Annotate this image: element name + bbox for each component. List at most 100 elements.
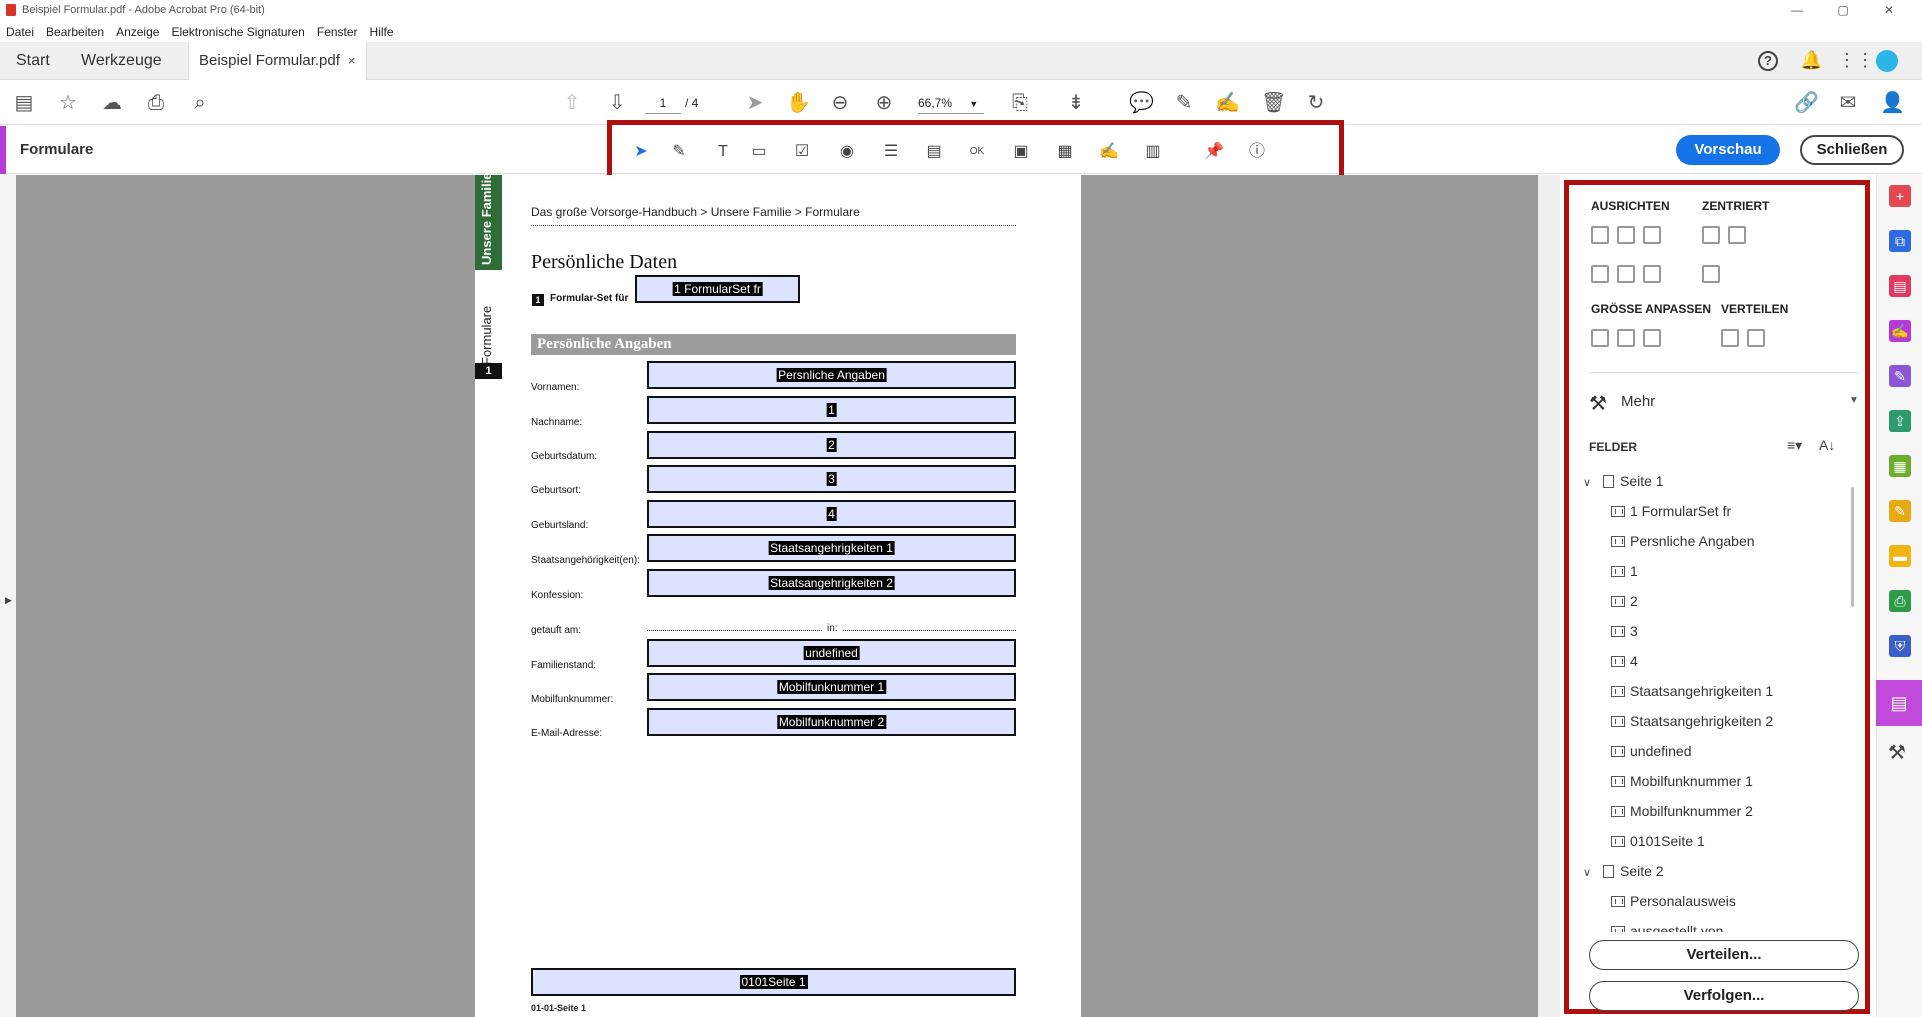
form-field[interactable]: 1 bbox=[647, 396, 1016, 424]
menu-datei[interactable]: Datei bbox=[6, 22, 34, 42]
request-signature-icon[interactable]: ✍ bbox=[1889, 320, 1911, 342]
delete-icon[interactable]: 🗑 bbox=[1261, 91, 1286, 115]
track-button[interactable]: Verfolgen... bbox=[1589, 981, 1859, 1011]
tree-field[interactable]: undefined bbox=[1611, 743, 1692, 759]
scan-ocr-icon[interactable]: ⎙ bbox=[1889, 590, 1911, 612]
export-pdf-icon[interactable]: ⇪ bbox=[1889, 410, 1911, 432]
select-arrow-icon[interactable]: ➤ bbox=[743, 91, 767, 115]
tree-field[interactable]: Staatsangehrigkeiten 1 bbox=[1611, 683, 1773, 699]
center-both-icon[interactable] bbox=[1728, 226, 1746, 244]
comment-icon[interactable]: 💬 bbox=[1129, 91, 1154, 115]
tree-page-1[interactable]: ∨ Seite 1 bbox=[1583, 473, 1664, 489]
zoom-level-select[interactable]: 66,7% ▼ bbox=[918, 92, 984, 114]
tree-field[interactable]: Persnliche Angaben bbox=[1611, 533, 1755, 549]
date-field-icon[interactable]: ▦ bbox=[1054, 141, 1076, 163]
email-icon[interactable]: ✉ bbox=[1836, 91, 1860, 115]
align-right-icon[interactable] bbox=[1643, 226, 1661, 244]
prev-page-icon[interactable]: ⇧ bbox=[560, 91, 584, 115]
radio-button-icon[interactable]: ◉ bbox=[836, 141, 858, 163]
preview-button[interactable]: Vorschau bbox=[1676, 135, 1780, 165]
tab-close-icon[interactable]: × bbox=[348, 53, 356, 68]
rotate-icon[interactable]: ↻ bbox=[1304, 91, 1328, 115]
form-field[interactable]: 0101Seite 1 bbox=[531, 968, 1016, 996]
page-number-input[interactable]: 1 bbox=[645, 92, 681, 114]
match-both-icon[interactable] bbox=[1643, 329, 1661, 347]
form-field[interactable]: Persnliche Angaben bbox=[647, 361, 1016, 389]
text-field-icon[interactable]: ▭ bbox=[748, 141, 770, 163]
notification-bell-icon[interactable]: 🔔 bbox=[1800, 50, 1822, 71]
add-text-icon[interactable]: T bbox=[712, 141, 734, 163]
match-height-icon[interactable] bbox=[1617, 329, 1635, 347]
tree-field[interactable]: ausgestellt von bbox=[1611, 923, 1723, 932]
select-object-icon[interactable]: ➤ bbox=[630, 141, 652, 163]
align-left-icon[interactable] bbox=[1591, 226, 1609, 244]
menu-hilfe[interactable]: Hilfe bbox=[370, 22, 394, 42]
form-field[interactable]: 3 bbox=[647, 465, 1016, 493]
menu-bearbeiten[interactable]: Bearbeiten bbox=[46, 22, 104, 42]
minimize-button[interactable]: — bbox=[1774, 0, 1820, 20]
menu-elektronische-signaturen[interactable]: Elektronische Signaturen bbox=[171, 22, 304, 42]
button-ok-icon[interactable]: OK bbox=[966, 141, 988, 163]
menu-fenster[interactable]: Fenster bbox=[317, 22, 358, 42]
tree-field[interactable]: Staatsangehrigkeiten 2 bbox=[1611, 713, 1773, 729]
chevron-down-icon[interactable]: ▼ bbox=[1849, 395, 1859, 406]
tab-document[interactable]: Beispiel Formular.pdf × bbox=[188, 42, 367, 80]
comment-tool-icon[interactable]: ▬ bbox=[1889, 545, 1911, 567]
distribute-button[interactable]: Verteilen... bbox=[1589, 940, 1859, 970]
search-icon[interactable]: ⌕ bbox=[188, 91, 212, 115]
list-box-icon[interactable]: ☰ bbox=[880, 141, 902, 163]
create-pdf-icon[interactable]: + bbox=[1889, 185, 1911, 207]
scroll-mode-icon[interactable]: ⇟ bbox=[1064, 91, 1088, 115]
form-field[interactable]: Staatsangehrigkeiten 2 bbox=[647, 569, 1016, 597]
signature-field-icon[interactable]: ✍ bbox=[1098, 141, 1120, 163]
form-field[interactable]: Staatsangehrigkeiten 1 bbox=[647, 534, 1016, 562]
page-layout-icon[interactable]: ⎘ bbox=[1008, 91, 1032, 115]
prepare-form-tool[interactable]: ▤ bbox=[1876, 680, 1922, 726]
menu-anzeige[interactable]: Anzeige bbox=[116, 22, 159, 42]
center-horizontal-icon[interactable] bbox=[1702, 226, 1720, 244]
vertical-scrollbar[interactable] bbox=[1538, 175, 1560, 1017]
form-field[interactable]: 1 FormularSet fr bbox=[635, 275, 800, 303]
tree-field[interactable]: 3 bbox=[1611, 623, 1638, 639]
dropdown-icon[interactable]: ▤ bbox=[923, 141, 945, 163]
tree-field[interactable]: 0101Seite 1 bbox=[1611, 833, 1705, 849]
save-icon[interactable]: ▤ bbox=[12, 91, 36, 115]
tree-field[interactable]: 1 bbox=[1611, 563, 1638, 579]
expand-arrow-icon[interactable]: ▶ bbox=[5, 595, 12, 606]
form-field[interactable]: undefined bbox=[647, 639, 1016, 667]
barcode-icon[interactable]: ▥ bbox=[1142, 141, 1164, 163]
tree-field[interactable]: 2 bbox=[1611, 593, 1638, 609]
match-width-icon[interactable] bbox=[1591, 329, 1609, 347]
print-icon[interactable]: ⎙ bbox=[144, 91, 168, 115]
sort-alpha-icon[interactable]: A↓ bbox=[1819, 437, 1835, 453]
add-user-icon[interactable]: 👤 bbox=[1880, 91, 1905, 115]
left-panel-toggle[interactable]: ▶ bbox=[0, 175, 16, 1017]
align-top-icon[interactable] bbox=[1591, 265, 1609, 283]
sign-icon[interactable]: ✍ bbox=[1215, 91, 1240, 115]
image-field-icon[interactable]: ▣ bbox=[1010, 141, 1032, 163]
sort-order-icon[interactable]: ≡▾ bbox=[1787, 437, 1802, 454]
pin-icon[interactable]: 📌 bbox=[1203, 141, 1225, 163]
next-page-icon[interactable]: ⇩ bbox=[605, 91, 629, 115]
distribute-vertical-icon[interactable] bbox=[1747, 329, 1765, 347]
edit-pdf-icon[interactable]: ▦ bbox=[1889, 455, 1911, 477]
share-link-icon[interactable]: 🔗 bbox=[1794, 91, 1819, 115]
tools-icon[interactable]: ⚒ bbox=[1589, 391, 1607, 416]
help-icon[interactable]: ? bbox=[1758, 51, 1778, 71]
more-dropdown[interactable]: Mehr bbox=[1621, 393, 1655, 410]
align-bottom-icon[interactable] bbox=[1643, 265, 1661, 283]
distribute-horizontal-icon[interactable] bbox=[1721, 329, 1739, 347]
account-avatar[interactable] bbox=[1876, 50, 1898, 72]
tree-field[interactable]: Mobilfunknummer 2 bbox=[1611, 803, 1753, 819]
star-icon[interactable]: ☆ bbox=[56, 91, 80, 115]
tab-start[interactable]: Start bbox=[16, 42, 50, 80]
highlight-pen-icon[interactable]: ✎ bbox=[1172, 91, 1196, 115]
align-center-icon[interactable] bbox=[1617, 226, 1635, 244]
close-forms-button[interactable]: Schließen bbox=[1800, 135, 1904, 165]
chevron-down-icon[interactable]: ∨ bbox=[1583, 476, 1597, 489]
help-circle-icon[interactable]: ⓘ bbox=[1246, 141, 1268, 163]
cloud-upload-icon[interactable]: ☁ bbox=[100, 91, 124, 115]
send-for-review-icon[interactable]: ✎ bbox=[1889, 500, 1911, 522]
maximize-button[interactable]: ▢ bbox=[1820, 0, 1866, 20]
form-field[interactable]: 4 bbox=[647, 500, 1016, 528]
